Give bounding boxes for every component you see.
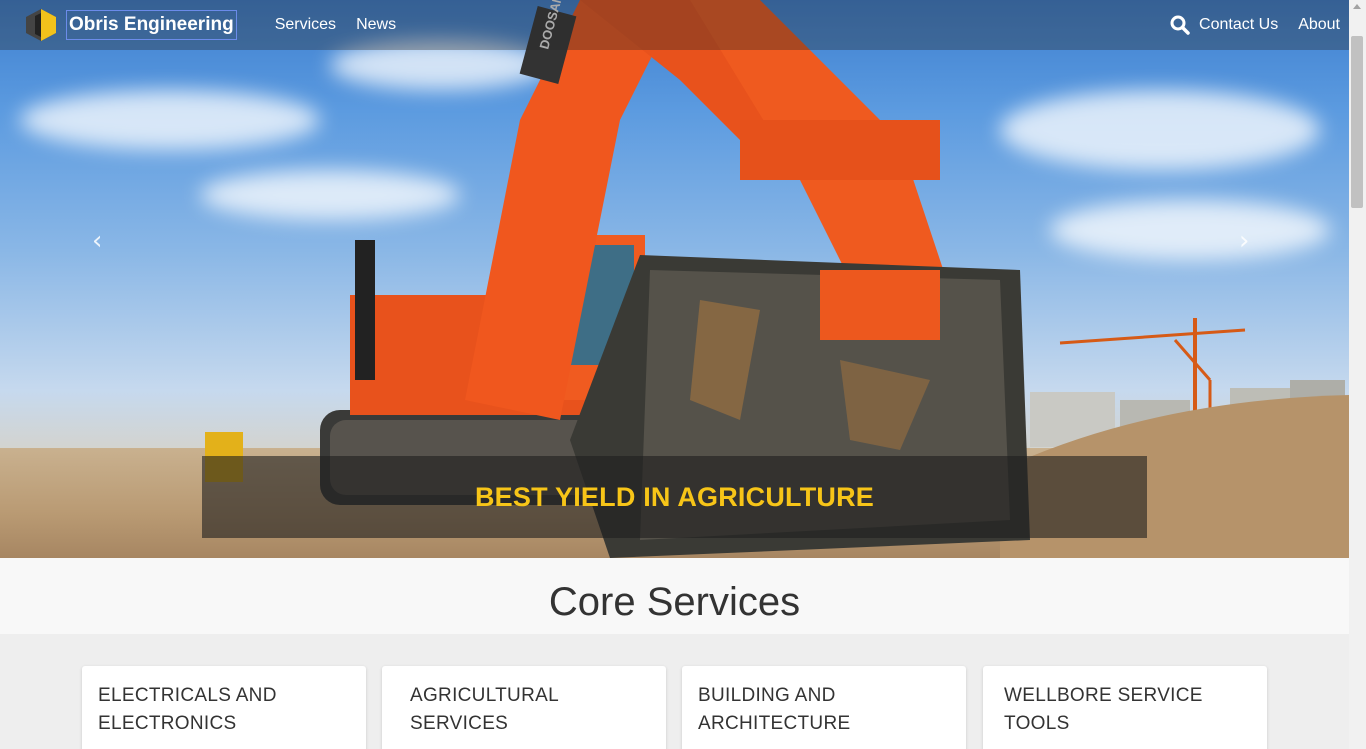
core-services-header: Core Services — [0, 558, 1349, 634]
service-card-wellbore[interactable]: WELLBORE SERVICE TOOLS — [983, 666, 1267, 749]
chevron-right-icon[interactable]: › — [1239, 226, 1249, 256]
card-title: ELECTRICALS AND ELECTRONICS — [98, 685, 277, 734]
service-card-building[interactable]: BUILDING AND ARCHITECTURE — [682, 666, 966, 749]
services-cards: ELECTRICALS AND ELECTRONICS AGRICULTURAL… — [0, 634, 1349, 749]
service-card-agricultural[interactable]: AGRICULTURAL SERVICES — [382, 666, 666, 749]
scrollbar-thumb[interactable] — [1351, 36, 1363, 208]
service-card-electricals[interactable]: ELECTRICALS AND ELECTRONICS — [82, 666, 366, 749]
brand-logo-icon — [26, 9, 56, 41]
caption-text: BEST YIELD IN AGRICULTURE — [474, 481, 875, 512]
chevron-left-icon[interactable]: ‹ — [92, 226, 102, 256]
nav-link-services[interactable]: Services — [275, 16, 336, 34]
card-title: WELLBORE SERVICE TOOLS — [1004, 685, 1203, 734]
carousel-caption: BEST YIELD IN AGRICULTURE — [202, 456, 1147, 538]
section-title: Core Services — [548, 579, 801, 624]
page-scrollbar[interactable] — [1349, 0, 1366, 749]
nav-link-news[interactable]: News — [356, 16, 396, 34]
top-navbar: Obris Engineering Services News Contact … — [0, 0, 1349, 50]
search-icon[interactable] — [1170, 15, 1190, 35]
nav-link-contact-us[interactable]: Contact Us — [1199, 16, 1278, 34]
scroll-up-arrow-icon[interactable] — [1353, 4, 1361, 9]
brand[interactable]: Obris Engineering — [24, 8, 237, 42]
card-title: AGRICULTURAL SERVICES — [410, 685, 559, 734]
brand-name[interactable]: Obris Engineering — [66, 10, 237, 40]
card-title: BUILDING AND ARCHITECTURE — [698, 685, 851, 734]
nav-link-about[interactable]: About — [1298, 16, 1340, 34]
